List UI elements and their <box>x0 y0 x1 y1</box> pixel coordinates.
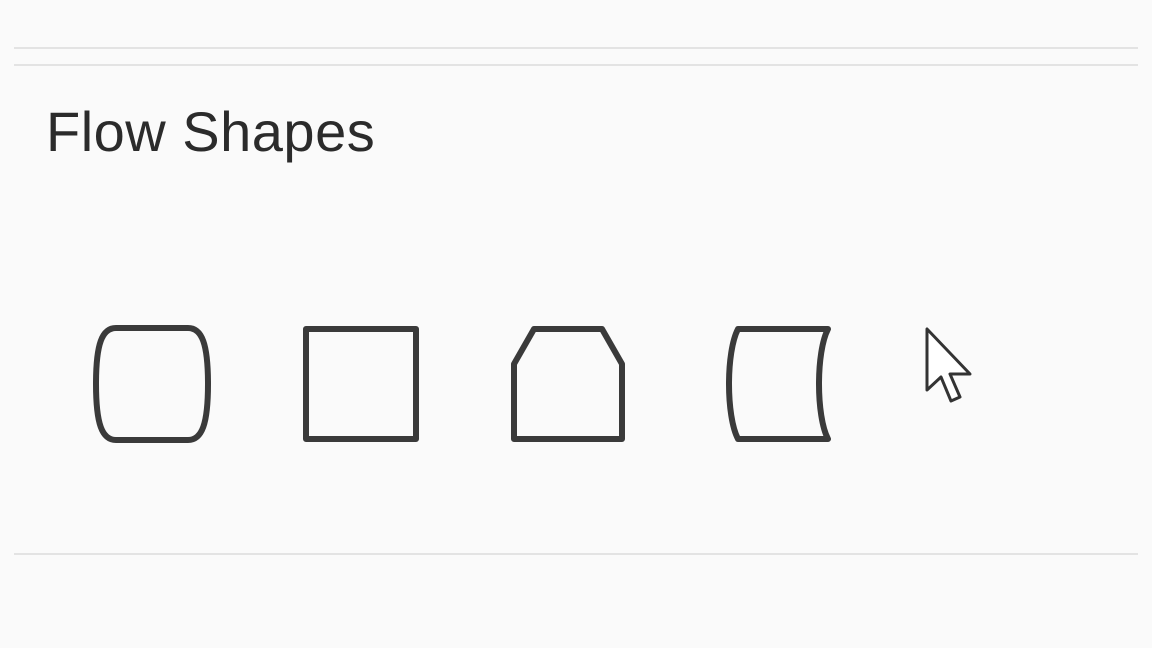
section-title: Flow Shapes <box>46 100 376 163</box>
section-bottom-divider <box>14 553 1138 555</box>
stored-data-shape-button[interactable] <box>716 322 840 446</box>
loop-limit-shape-button[interactable] <box>506 322 630 446</box>
loop-limit-icon <box>511 326 625 442</box>
process-shape-button[interactable] <box>299 322 423 446</box>
section-top-divider <box>14 64 1138 66</box>
process-icon <box>303 326 419 442</box>
terminator-shape-button[interactable] <box>90 322 214 446</box>
stored-data-icon <box>726 326 831 442</box>
flow-shapes-panel: Flow Shapes <box>0 0 1152 648</box>
terminator-icon <box>93 325 211 443</box>
mouse-pointer-icon <box>924 326 980 406</box>
top-divider <box>14 47 1138 49</box>
